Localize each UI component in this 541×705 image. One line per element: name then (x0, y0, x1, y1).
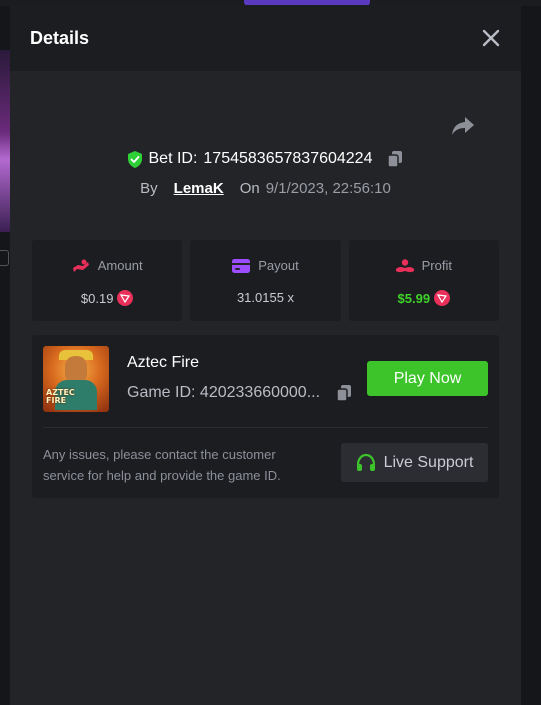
game-id-value: 420233660000... (199, 384, 321, 401)
stat-payout-value-row: 31.0155 x (190, 290, 340, 305)
stat-payout-value: 31.0155 x (236, 290, 295, 305)
bet-id-row: Bet ID: 1754583657837604224 (10, 150, 521, 168)
game-id-label: Game ID: (127, 384, 196, 401)
stat-payout-label: Payout (258, 258, 299, 273)
bet-author-row: By LemaK On 9/1/2023, 22:56:10 (10, 180, 521, 197)
stat-amount: Amount $0.19 (32, 240, 183, 321)
trx-icon (117, 290, 134, 306)
background-edge-marker (0, 250, 9, 266)
close-button[interactable] (481, 28, 501, 48)
copy-bet-id-button[interactable] (386, 150, 404, 168)
game-id-row: Game ID: 420233660000... (127, 384, 353, 402)
game-thumbnail[interactable]: AZTEC FIRE (43, 346, 109, 412)
stat-amount-value: $0.19 (80, 290, 114, 306)
stat-profit-value: $5.99 (397, 290, 431, 306)
stat-profit: Profit $5.99 (348, 240, 499, 321)
share-button[interactable] (451, 115, 475, 137)
close-icon (482, 29, 500, 47)
bet-details-modal: Details Bet ID: 1754583657837604224 By L… (10, 5, 521, 705)
live-support-label: Live Support (383, 453, 474, 471)
verified-shield-icon (127, 150, 143, 168)
stat-amount-label: Amount (97, 258, 143, 273)
wallet-card-icon (232, 258, 251, 273)
stat-payout-header: Payout (190, 258, 340, 273)
headset-icon (356, 453, 375, 471)
thumbnail-logo-line2: FIRE (46, 396, 67, 405)
bet-stats: Amount $0.19 Payout 31.0155 x Profit $5.… (32, 240, 499, 321)
game-name: Aztec Fire (127, 354, 200, 371)
modal-header: Details (10, 5, 521, 71)
support-notice: Any issues, please contact the customer … (43, 447, 281, 483)
user-link[interactable]: LemaK (174, 180, 224, 197)
stat-amount-value-row: $0.19 (32, 290, 182, 306)
background-banner (0, 50, 10, 232)
bet-datetime: 9/1/2023, 22:56:10 (265, 180, 391, 197)
stat-amount-header: Amount (32, 258, 182, 273)
thumbnail-logo-text: AZTEC FIRE (46, 389, 75, 405)
by-label: By (140, 180, 158, 197)
game-id-text: Game ID: 420233660000... (127, 384, 327, 402)
bet-id-value: 1754583657837604224 (203, 150, 373, 167)
modal-title: Details (30, 27, 90, 48)
copy-icon (336, 385, 351, 402)
copy-game-id-button[interactable] (335, 384, 353, 402)
profit-icon (395, 258, 414, 272)
stat-profit-header: Profit (349, 258, 499, 273)
divider (43, 427, 488, 428)
stat-profit-label: Profit (421, 258, 452, 273)
on-label: On (239, 180, 260, 197)
bet-id-label: Bet ID: (148, 150, 198, 167)
amount-icon (72, 259, 89, 272)
trx-icon (434, 290, 451, 306)
copy-icon (387, 151, 403, 168)
share-icon (452, 117, 474, 135)
thumbnail-face (65, 356, 87, 382)
game-card: AZTEC FIRE Aztec Fire Game ID: 420233660… (32, 335, 499, 498)
live-support-button[interactable]: Live Support (341, 443, 488, 482)
stat-payout: Payout 31.0155 x (190, 240, 341, 321)
play-now-button[interactable]: Play Now (367, 361, 488, 396)
stat-profit-value-row: $5.99 (349, 290, 499, 306)
